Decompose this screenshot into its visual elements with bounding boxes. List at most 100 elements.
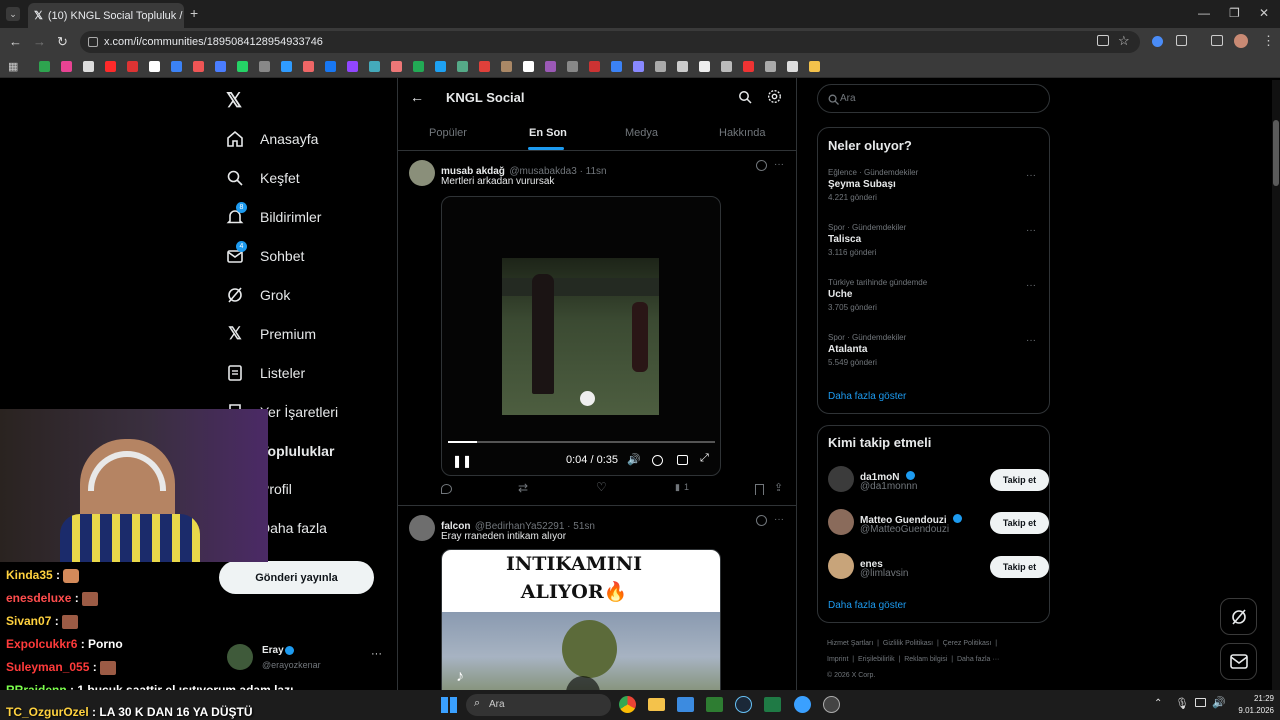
trend-more-icon[interactable]: ··· bbox=[1026, 335, 1036, 346]
url-field[interactable]: x.com/i/communities/1895084128954933746 bbox=[80, 31, 1140, 53]
site-info-icon[interactable] bbox=[88, 37, 98, 47]
video-progress-track[interactable] bbox=[448, 441, 715, 443]
bookmark-favicon-icon[interactable] bbox=[479, 61, 490, 72]
bookmark-favicon-icon[interactable] bbox=[83, 61, 94, 72]
share-icon[interactable]: ⇪ bbox=[774, 481, 783, 494]
show-more-link[interactable]: Daha fazla göster bbox=[828, 600, 906, 611]
browser-tab[interactable]: 𝕏 (10) KNGL Social Topluluk / 🔊 ✕ bbox=[28, 3, 184, 28]
apps-icon[interactable]: ▦ bbox=[8, 60, 18, 73]
bookmark-post-icon[interactable] bbox=[755, 484, 764, 495]
bookmark-favicon-icon[interactable] bbox=[765, 61, 776, 72]
post-button[interactable]: Gönderi yayınla bbox=[219, 561, 374, 594]
bookmark-favicon-icon[interactable] bbox=[413, 61, 424, 72]
bookmark-favicon-icon[interactable] bbox=[149, 61, 160, 72]
trend-more-icon[interactable]: ··· bbox=[1026, 225, 1036, 236]
bookmark-favicon-icon[interactable] bbox=[105, 61, 116, 72]
like-icon[interactable]: ♡ bbox=[596, 480, 607, 494]
clock-time[interactable]: 21:29 bbox=[1238, 694, 1274, 703]
bookmark-favicon-icon[interactable] bbox=[743, 61, 754, 72]
install-icon[interactable] bbox=[1097, 35, 1109, 46]
scrollbar[interactable] bbox=[1272, 80, 1280, 690]
bookmark-favicon-icon[interactable] bbox=[61, 61, 72, 72]
bookmark-favicon-icon[interactable] bbox=[611, 61, 622, 72]
profile-avatar[interactable] bbox=[1234, 34, 1248, 48]
bookmark-favicon-icon[interactable] bbox=[369, 61, 380, 72]
extensions-puzzle-icon[interactable] bbox=[1176, 35, 1187, 46]
follow-suggestion[interactable]: da1moN @da1monnn Takip et bbox=[828, 466, 1049, 496]
tweet[interactable]: musab akdağ @musabakda3 · 11sn ··· Mertl… bbox=[398, 151, 796, 505]
community-search-icon[interactable] bbox=[738, 90, 752, 109]
tab-popular[interactable]: Popüler bbox=[429, 127, 467, 139]
bookmark-favicon-icon[interactable] bbox=[677, 61, 688, 72]
follow-suggestion[interactable]: Matteo Guendouzi @MatteoGuendouzi Takip … bbox=[828, 509, 1049, 539]
sidebar-item-premium[interactable]: 𝕏 Premium bbox=[226, 324, 316, 343]
footer-link[interactable]: Erişilebilirlik bbox=[858, 656, 895, 663]
sidepanel-icon[interactable] bbox=[1211, 35, 1223, 46]
post-more-icon[interactable]: ··· bbox=[774, 159, 784, 170]
account-more-icon[interactable]: ··· bbox=[371, 648, 382, 660]
avatar[interactable] bbox=[409, 160, 435, 186]
pip-icon[interactable] bbox=[677, 455, 688, 465]
bookmark-favicon-icon[interactable] bbox=[171, 61, 182, 72]
tab-latest[interactable]: En Son bbox=[529, 127, 567, 139]
bookmark-favicon-icon[interactable] bbox=[347, 61, 358, 72]
follow-button[interactable]: Takip et bbox=[990, 469, 1049, 491]
bookmark-favicon-icon[interactable] bbox=[127, 61, 138, 72]
bookmark-favicon-icon[interactable] bbox=[215, 61, 226, 72]
messages-float-button[interactable] bbox=[1220, 643, 1257, 680]
bookmark-favicon-icon[interactable] bbox=[699, 61, 710, 72]
trend-item[interactable]: Spor · Gündemdekiler Talisca 3.116 gönde… bbox=[828, 223, 1040, 257]
bookmark-favicon-icon[interactable] bbox=[809, 61, 820, 72]
taskbar-search[interactable]: ⌕ Ara bbox=[466, 694, 611, 716]
bookmark-favicon-icon[interactable] bbox=[39, 61, 50, 72]
views-icon[interactable]: ▮ 1 bbox=[675, 482, 689, 493]
bookmark-favicon-icon[interactable] bbox=[259, 61, 270, 72]
bookmark-favicon-icon[interactable] bbox=[721, 61, 732, 72]
photos-taskbar-icon[interactable] bbox=[677, 697, 694, 712]
sidebar-item-notifications[interactable]: 8 Bildirimler bbox=[226, 202, 321, 226]
forward-icon[interactable]: → bbox=[33, 34, 46, 49]
explorer-taskbar-icon[interactable] bbox=[648, 698, 665, 711]
bookmark-favicon-icon[interactable] bbox=[567, 61, 578, 72]
reload-icon[interactable]: ↻ bbox=[57, 34, 68, 50]
minimize-icon[interactable]: — bbox=[1198, 6, 1210, 20]
sidebar-item-grok[interactable]: Grok bbox=[226, 286, 290, 304]
bookmark-favicon-icon[interactable] bbox=[787, 61, 798, 72]
grok-explain-icon[interactable] bbox=[756, 160, 767, 171]
video-player[interactable]: INTIKAMINI ALIYOR🔥 ♪ bbox=[441, 549, 721, 690]
bookmark-favicon-icon[interactable] bbox=[655, 61, 666, 72]
avatar[interactable] bbox=[409, 515, 435, 541]
follow-button[interactable]: Takip et bbox=[990, 512, 1049, 534]
trend-item[interactable]: Spor · Gündemdekiler Atalanta 5.549 gönd… bbox=[828, 333, 1040, 367]
volume-icon[interactable]: 🔊 bbox=[1212, 696, 1226, 709]
trend-more-icon[interactable]: ··· bbox=[1026, 170, 1036, 181]
footer-link[interactable]: Gizlilik Politikası bbox=[883, 640, 933, 647]
post-more-icon[interactable]: ··· bbox=[774, 514, 784, 525]
sidebar-item-lists[interactable]: Listeler bbox=[226, 364, 305, 382]
bookmark-favicon-icon[interactable] bbox=[193, 61, 204, 72]
bookmark-favicon-icon[interactable] bbox=[237, 61, 248, 72]
reply-icon[interactable] bbox=[441, 484, 452, 494]
footer-link[interactable]: Imprint bbox=[827, 656, 848, 663]
fullscreen-icon[interactable]: ⤢ bbox=[700, 452, 709, 465]
grok-float-button[interactable] bbox=[1220, 598, 1257, 635]
chrome-taskbar-icon[interactable] bbox=[619, 696, 636, 713]
show-more-link[interactable]: Daha fazla göster bbox=[828, 391, 906, 402]
grok-explain-icon[interactable] bbox=[756, 515, 767, 526]
new-tab-button[interactable]: + bbox=[190, 5, 198, 21]
bookmark-favicon-icon[interactable] bbox=[523, 61, 534, 72]
sidebar-item-messages[interactable]: 4 Sohbet bbox=[226, 241, 304, 265]
bookmark-favicon-icon[interactable] bbox=[545, 61, 556, 72]
bookmark-favicon-icon[interactable] bbox=[325, 61, 336, 72]
tab-list-button[interactable]: ⌄ bbox=[6, 7, 20, 21]
follow-button[interactable]: Takip et bbox=[990, 556, 1049, 578]
footer-link[interactable]: Daha fazla ··· bbox=[957, 656, 999, 663]
app-taskbar-icon[interactable] bbox=[706, 697, 723, 712]
pause-icon[interactable]: ❚❚ bbox=[452, 454, 472, 468]
play-icon[interactable] bbox=[566, 676, 600, 690]
footer-link[interactable]: Çerez Politikası bbox=[943, 640, 992, 647]
bookmark-favicon-icon[interactable] bbox=[589, 61, 600, 72]
steam-taskbar-icon[interactable] bbox=[735, 696, 752, 713]
trend-more-icon[interactable]: ··· bbox=[1026, 280, 1036, 291]
clock-date[interactable]: 9.01.2026 bbox=[1226, 706, 1274, 715]
